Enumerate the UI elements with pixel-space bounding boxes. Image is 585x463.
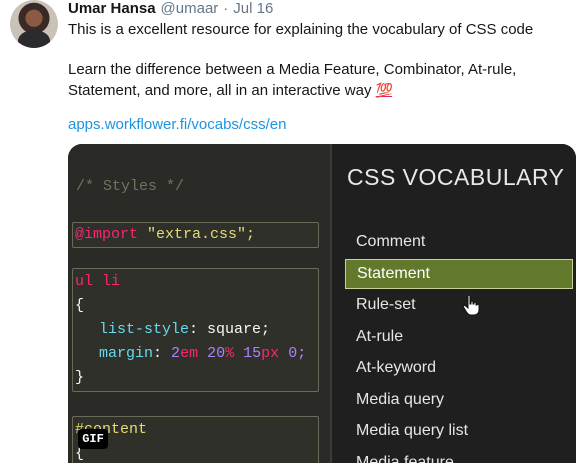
declaration-1: list-style: square; [99,321,271,338]
import-keyword: @import [75,226,139,243]
tweet-header: Umar Hansa @umaar · Jul 16 [68,0,273,20]
tweet-line-3: Statement, and more, all in an interacti… [68,80,568,101]
author-name[interactable]: Umar Hansa [68,0,156,17]
vocab-item-media-query[interactable]: Media query [345,385,573,415]
code-pane: /* Styles */ @import "extra.css"; ul li … [68,144,326,463]
import-block[interactable]: @import "extra.css"; [72,222,319,248]
close-brace-line: } [75,369,84,386]
gif-badge: GIF [78,429,108,449]
code-comment: /* Styles */ [76,178,185,195]
tweet-line-1: This is a excellent resource for explain… [68,21,534,38]
tweet-line-3-text: Statement, and more, all in an interacti… [68,82,372,99]
property-1: list-style [99,321,190,338]
vocab-item-media-feature[interactable]: Media feature [345,448,573,463]
value-1: square; [207,321,271,338]
tweet-date[interactable]: Jul 16 [233,0,273,17]
vocab-item-comment[interactable]: Comment [345,227,573,257]
tweet-link[interactable]: apps.workflower.fi/vocabs/css/en [68,116,286,133]
hand-cursor-icon [462,294,480,316]
tweet-line-2: Learn the difference between a Media Fea… [68,61,517,78]
open-brace-line: { [75,297,84,314]
vocab-title: CSS VOCABULARY [347,164,565,190]
vocab-pane: CSS VOCABULARY Comment Statement Rule-set A… [332,144,576,463]
vocab-item-at-rule[interactable]: At-rule [345,322,573,352]
close-brace: } [75,369,85,386]
vocab-item-rule-set[interactable]: Rule-set [345,290,573,320]
gif-media[interactable]: /* Styles */ @import "extra.css"; ul li … [68,144,576,463]
vocab-item-at-keyword[interactable]: At-keyword [345,353,573,383]
declaration-2: margin: 2em 20% 15px 0; [99,345,307,362]
avatar[interactable] [10,0,58,48]
vocab-item-statement[interactable]: Statement [345,258,573,289]
hundred-points-emoji: 💯 [375,82,393,98]
import-string: "extra.css"; [147,226,256,243]
vocab-item-media-query-list[interactable]: Media query list [345,416,573,446]
ruleset-block[interactable]: ul li { list-style: square; margin: 2em … [72,268,319,392]
tweet-text: This is a excellent resource for explain… [68,20,568,101]
selector: ul li [75,273,121,290]
property-2: margin [99,345,154,362]
avatar-figure [18,30,50,48]
import-line: @import "extra.css"; [75,226,255,243]
author-handle[interactable]: @umaar [161,0,219,17]
separator: · [223,0,229,17]
open-brace: { [75,297,85,314]
selector-line: ul li [75,273,120,290]
content-block[interactable]: #content { [72,416,319,463]
